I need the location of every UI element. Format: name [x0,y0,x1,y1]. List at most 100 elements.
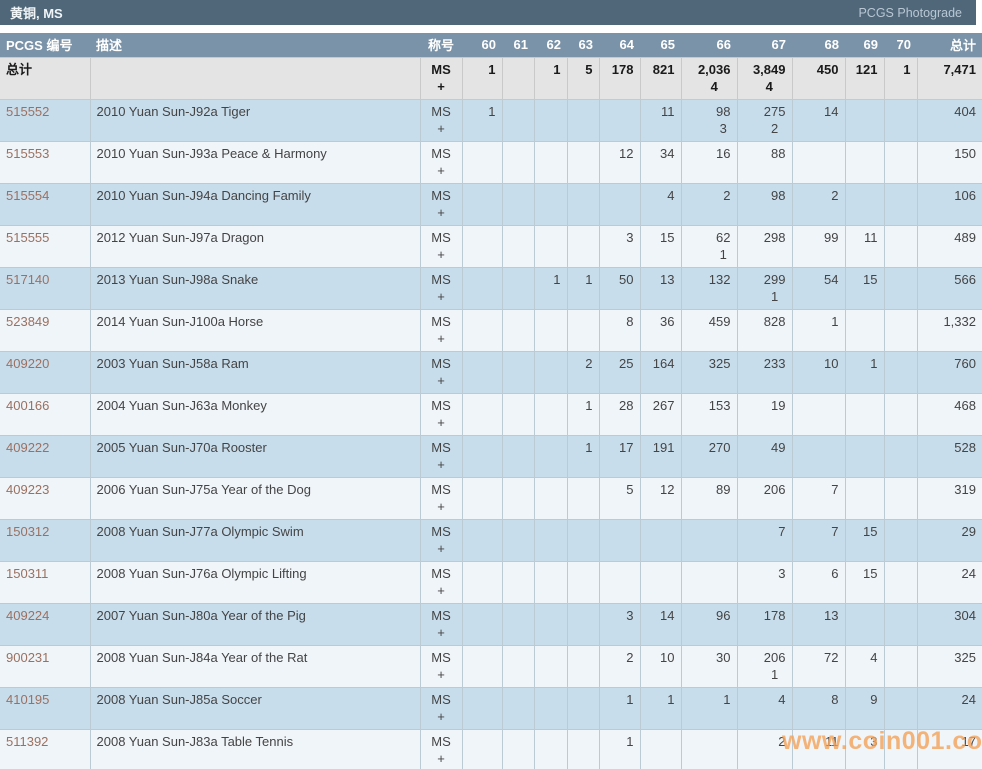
table-row: 515554 2010 Yuan Sun-J94a Dancing Family M… [0,182,982,226]
grade-count: 19 [771,397,786,413]
grade-count-cell [461,434,503,478]
row-total: 404 [916,98,982,142]
photograde-link[interactable]: PCGS Photograde [858,6,962,20]
grade-count: 821 [652,61,675,77]
grade-count-cell [639,560,682,604]
coin-description: 2003 Yuan Sun-J58a Ram [89,350,421,394]
grade-count-cell: 10 [791,350,846,394]
grade-count-cell: 191 [639,434,682,478]
grade-count-cell: 62 1 [680,224,738,268]
pcgs-number-cell: 900231 [0,644,91,688]
pcgs-number-link[interactable]: 900231 [6,650,49,665]
row-total: 150 [916,140,982,184]
grade-count-cell [461,140,503,184]
grade-count-cell [461,476,503,520]
pcgs-number-link[interactable]: 409223 [6,482,49,497]
grade-count-cell: 14 [791,98,846,142]
grade-count-cell [883,182,918,226]
designation-cell: MS + [419,644,463,688]
totals-row: 总计 MS +1 1 5 178 821 2,036 4 3,849 4 450 121 1 7,471 [0,56,982,100]
grade-count-cell [566,224,600,268]
grade-count-cell: 8 [791,686,846,730]
grade-count-cell [501,98,535,142]
table-row: 900231 2008 Yuan Sun-J84a Year of the Rat… [0,644,982,688]
grade-count: 828 [763,313,786,329]
pcgs-number-cell: 409222 [0,434,91,478]
grade-count-cell [501,602,535,646]
grade-count: 1 [903,61,911,77]
designation-plus: + [437,162,445,178]
pcgs-number-link[interactable]: 410195 [6,692,49,707]
grade-count: 13 [824,607,839,623]
grade-plus-count: 1 [771,288,779,304]
pcgs-number-cell: 150311 [0,560,91,604]
grade-count-cell: 828 [736,308,793,352]
designation-plus: + [437,540,445,556]
grade-count: 206 [763,481,786,497]
grade-count: 98 [716,103,731,119]
pcgs-number-link[interactable]: 515555 [6,230,49,245]
pcgs-number-link[interactable]: 150311 [6,566,48,581]
page-title: 黄铜, MS [10,6,63,21]
grade-count: 62 [716,229,731,245]
row-total: 528 [916,434,982,478]
grade-count-cell: 72 [791,644,846,688]
grade-count: 34 [660,145,675,161]
grade-count-cell [791,392,846,436]
pcgs-number-link[interactable]: 515554 [6,188,49,203]
pcgs-number-cell: 515555 [0,224,91,268]
grade-count: 50 [619,271,634,287]
table-row: 409223 2006 Yuan Sun-J75a Year of the Dog… [0,476,982,520]
grade-count-cell [461,350,503,394]
grade-count: 1 [723,691,731,707]
pcgs-number-link[interactable]: 409222 [6,440,49,455]
coin-description: 2007 Yuan Sun-J80a Year of the Pig [89,602,421,646]
grade-count: 275 [763,103,786,119]
grade-count: 89 [716,481,731,497]
grade-count: 1 [626,691,634,707]
table-row: 523849 2014 Yuan Sun-J100a Horse MS +8 36 459… [0,308,982,352]
grade-count: 1 [585,439,593,455]
pcgs-number-cell: 410195 [0,686,91,730]
designation-cell: MS + [419,350,463,394]
coin-description: 2008 Yuan Sun-J84a Year of the Rat [89,644,421,688]
grade-count-cell [598,560,641,604]
grade-count-cell: 1 [844,350,885,394]
pcgs-number-link[interactable]: 409220 [6,356,49,371]
grade-count-cell: 132 [680,266,738,310]
grade-count: 299 [763,271,786,287]
pcgs-number-link[interactable]: 511392 [6,734,48,749]
designation-cell: MS + [419,434,463,478]
designation-ms: MS [431,145,451,161]
grade-count-cell: 325 [680,350,738,394]
grade-count: 10 [660,649,675,665]
grade-count-cell [883,224,918,268]
pcgs-number-cell: 523849 [0,308,91,352]
column-header-designation: 称号 [420,33,462,57]
grade-count-cell [566,602,600,646]
row-total: 566 [916,266,982,310]
table-row: 409222 2005 Yuan Sun-J70a Rooster MS +1 17 19… [0,434,982,478]
grade-count-cell [461,644,503,688]
grade-count: 12 [660,481,675,497]
pcgs-number-link[interactable]: 515552 [6,104,49,119]
table-row: 515553 2010 Yuan Sun-J93a Peace & Harmony… [0,140,982,184]
pcgs-number-link[interactable]: 523849 [6,314,49,329]
grade-count: 1 [553,61,561,77]
pcgs-number-link[interactable]: 409224 [6,608,49,623]
designation-ms: MS [431,439,451,455]
grade-count: 2,036 [697,61,731,77]
grade-count: 15 [863,271,878,287]
grade-count-cell: 178 [736,602,793,646]
row-total: 319 [916,476,982,520]
pcgs-number-link[interactable]: 400166 [6,398,49,413]
column-header-grade: 65 [640,33,681,57]
grade-count: 7 [778,523,786,539]
designation-cell: MS + [419,392,463,436]
grade-count: 8 [831,691,839,707]
pcgs-number-link[interactable]: 515553 [6,146,49,161]
pcgs-number-link[interactable]: 150312 [6,524,49,539]
grade-count-cell: 298 [736,224,793,268]
grade-count-cell: 233 [736,350,793,394]
pcgs-number-link[interactable]: 517140 [6,272,49,287]
